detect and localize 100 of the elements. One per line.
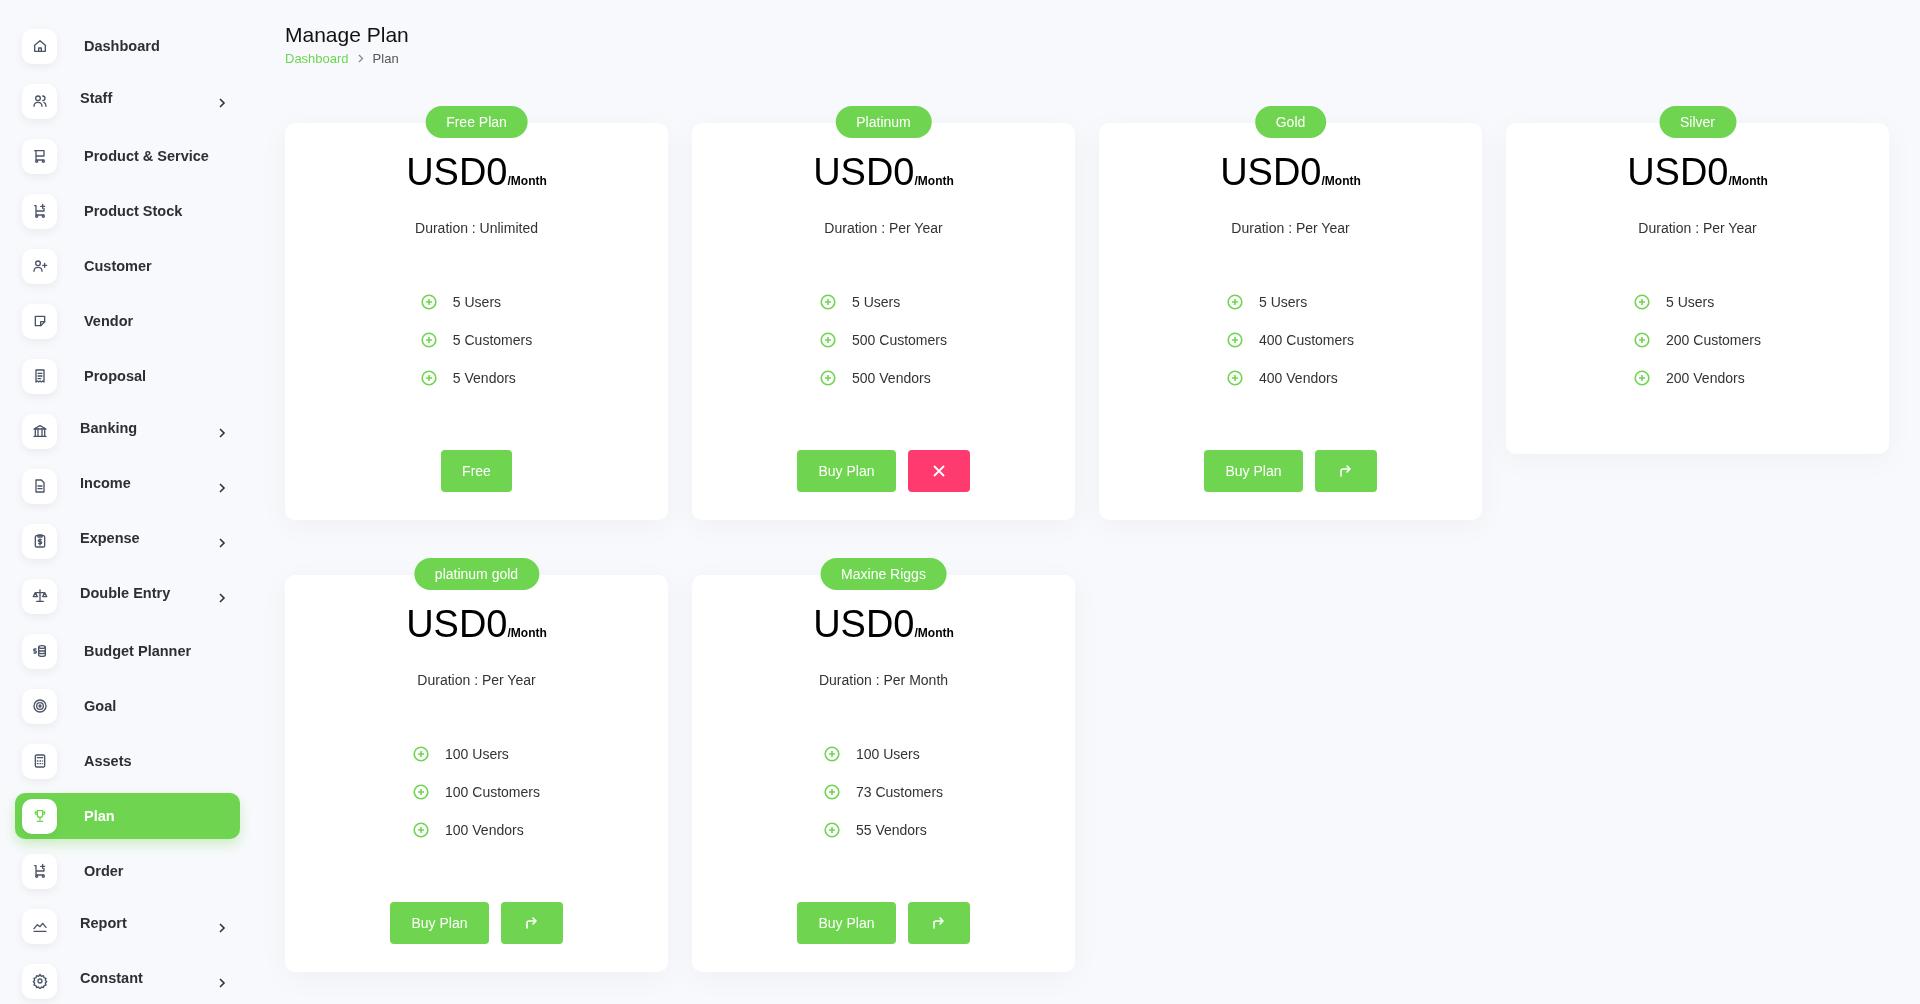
sidebar-item[interactable]: Product & Service (15, 133, 240, 179)
plus-circle-icon (820, 332, 837, 348)
redirect-button[interactable] (1314, 450, 1377, 492)
scale-icon (31, 588, 48, 604)
plus-circle-icon (413, 822, 430, 838)
users-icon (31, 93, 48, 109)
sidebar-item[interactable]: Expense (15, 518, 240, 564)
close-icon (932, 465, 945, 477)
chevron-right-icon (218, 977, 226, 989)
plus-circle-icon (413, 784, 430, 800)
plan-name-badge: Maxine Riggs (820, 558, 947, 590)
plus-circle-icon (420, 370, 437, 386)
plus-circle-icon (420, 332, 437, 348)
plan-name-badge: Platinum (835, 106, 932, 138)
plus-circle-icon (1634, 370, 1651, 386)
plan-feature: 100 Customers (445, 784, 540, 800)
forward-arrow-icon (1339, 465, 1352, 477)
plan-feature: 73 Customers (855, 784, 944, 800)
breadcrumb-current: Plan (372, 51, 399, 66)
plan-feature: 400 Vendors (1259, 370, 1338, 386)
price-period: /Month (507, 174, 547, 188)
sidebar-item[interactable]: Banking (15, 408, 240, 454)
plan-price: USD0 (813, 603, 915, 646)
coins-icon (31, 643, 48, 659)
plan-feature: 100 Users (855, 746, 920, 762)
settings-icon (31, 973, 48, 989)
sidebar-item[interactable]: Double Entry (15, 573, 240, 619)
plus-circle-icon (1634, 332, 1651, 348)
chevron-right-icon (218, 592, 226, 604)
page-title: Manage Plan (285, 23, 410, 47)
chevron-right-icon (218, 537, 226, 549)
plus-circle-icon (823, 746, 840, 762)
forward-arrow-icon (525, 917, 538, 929)
plan-price: USD0 (406, 151, 508, 194)
cart-plus-icon (31, 203, 48, 219)
plan-feature: 5 Users (452, 294, 502, 310)
plan-feature: 500 Customers (852, 332, 947, 348)
sidebar-item[interactable]: Order (15, 848, 240, 894)
price-period: /Month (507, 626, 547, 640)
plus-circle-icon (823, 784, 840, 800)
sidebar-item[interactable]: Budget Planner (15, 628, 240, 674)
sidebar-item[interactable]: Dashboard (15, 23, 240, 69)
price-period: /Month (914, 174, 954, 188)
plan-feature: 500 Vendors (852, 370, 931, 386)
plus-circle-icon (820, 370, 837, 386)
cancel-button[interactable] (907, 450, 970, 492)
sidebar-item[interactable]: Product Stock (15, 188, 240, 234)
sidebar-item[interactable]: Assets (15, 738, 240, 784)
plan-name-badge: Free Plan (425, 106, 528, 138)
chevron-right-icon (357, 54, 364, 63)
sidebar-item[interactable]: Income (15, 463, 240, 509)
plan-duration: Duration : Per Year (824, 220, 943, 236)
plan-feature: 5 Users (1259, 294, 1308, 310)
plan-feature: 200 Vendors (1666, 370, 1745, 386)
plan-feature: 100 Users (445, 746, 509, 762)
plan-price: USD0 (1220, 151, 1322, 194)
plan-feature: 55 Vendors (855, 822, 927, 838)
plus-circle-icon (1227, 294, 1244, 310)
plus-circle-icon (1634, 294, 1651, 310)
plan-name-badge: Silver (1659, 106, 1736, 138)
price-period: /Month (1728, 174, 1768, 188)
cart-plus-icon (31, 863, 48, 879)
plus-circle-icon (1227, 370, 1244, 386)
sidebar-item[interactable]: Proposal (15, 353, 240, 399)
plan-feature: 5 Users (852, 294, 901, 310)
plan-feature: 5 Customers (452, 332, 533, 348)
plus-circle-icon (413, 746, 430, 762)
plus-circle-icon (420, 294, 437, 310)
cart-icon (31, 148, 48, 164)
bank-icon (31, 423, 48, 439)
plan-name-badge: Gold (1254, 106, 1327, 138)
redirect-button[interactable] (500, 902, 563, 944)
plan-feature: 400 Customers (1259, 332, 1354, 348)
price-period: /Month (914, 626, 954, 640)
plan-price: USD0 (406, 603, 508, 646)
home-icon (31, 38, 48, 54)
redirect-button[interactable] (907, 902, 970, 944)
plus-circle-icon (820, 294, 837, 310)
plan-duration: Duration : Per Year (1231, 220, 1350, 236)
chevron-right-icon (218, 922, 226, 934)
sidebar-item[interactable]: Staff (15, 78, 240, 124)
plan-duration: Duration : Per Month (818, 672, 949, 688)
target-icon (31, 698, 48, 714)
sidebar-item[interactable]: Constant (15, 958, 240, 1004)
sidebar-item[interactable]: Customer (15, 243, 240, 289)
plan-duration: Duration : Unlimited (415, 220, 538, 236)
chevron-right-icon (218, 97, 226, 109)
plan-feature: 200 Customers (1666, 332, 1761, 348)
forward-arrow-icon (932, 917, 945, 929)
plus-circle-icon (823, 822, 840, 838)
sidebar-item[interactable]: Report (15, 903, 240, 949)
sidebar-item[interactable]: Goal (15, 683, 240, 729)
sidebar-item[interactable]: Vendor (15, 298, 240, 344)
plan-name-badge: platinum gold (413, 558, 540, 590)
chevron-right-icon (218, 482, 226, 494)
plan-price: USD0 (1627, 151, 1729, 194)
price-period: /Month (1321, 174, 1361, 188)
plan-feature: 100 Vendors (445, 822, 524, 838)
chevron-right-icon (218, 427, 226, 439)
plan-feature: 5 Users (1666, 294, 1715, 310)
